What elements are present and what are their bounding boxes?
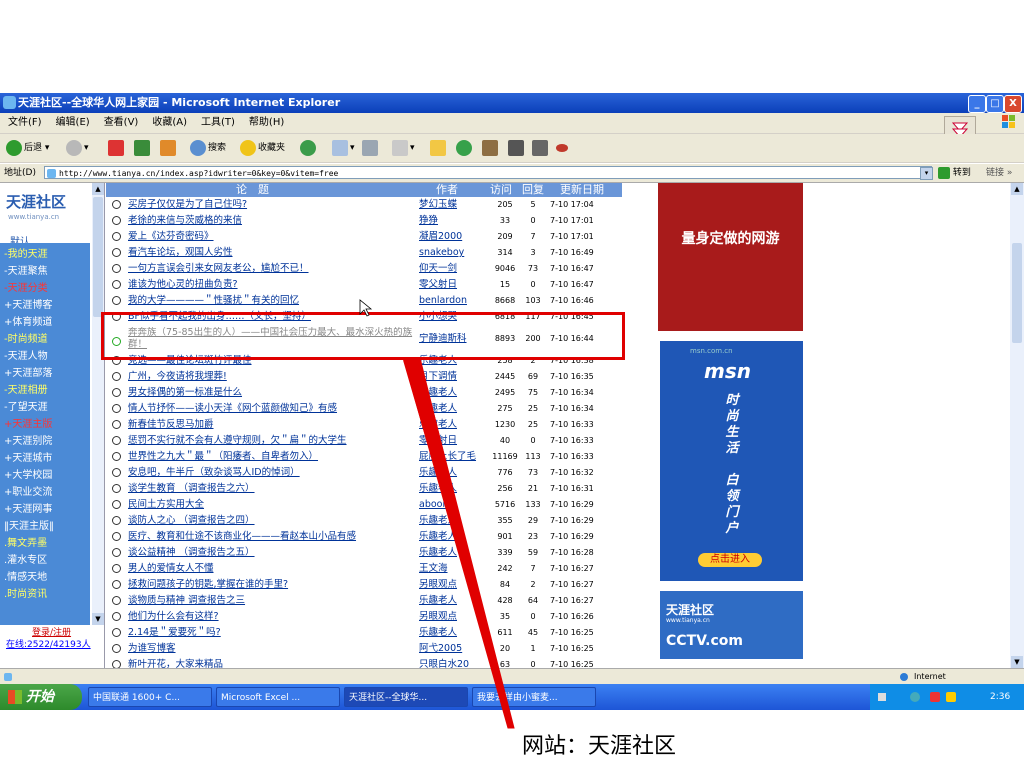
pointer-arrow — [359, 299, 515, 729]
caption-text: 网站：天涯社区 — [522, 734, 677, 759]
mouse-cursor-icon — [359, 299, 373, 317]
